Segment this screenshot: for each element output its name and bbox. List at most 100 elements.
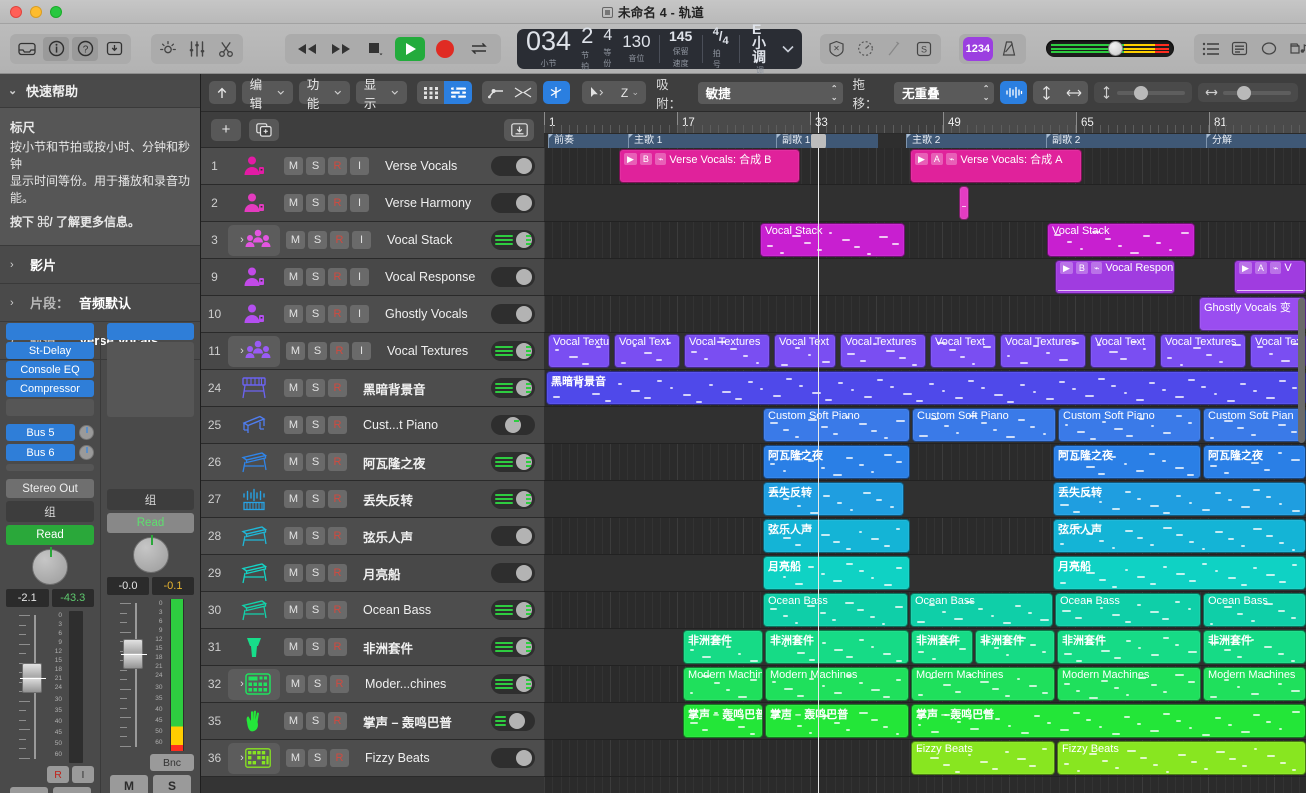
track-volume-toggle[interactable] bbox=[491, 748, 535, 768]
playhead-handle[interactable] bbox=[811, 134, 826, 148]
help-icon[interactable]: ? bbox=[72, 37, 98, 61]
track-button-s[interactable]: S bbox=[306, 379, 325, 397]
track-button-i[interactable]: I bbox=[350, 194, 369, 212]
lcd-division[interactable]: 4 等份 bbox=[598, 29, 617, 69]
track-button-r[interactable]: R bbox=[328, 564, 347, 582]
track-button-r[interactable]: R bbox=[328, 490, 347, 508]
track-button-m[interactable]: M bbox=[284, 268, 303, 286]
track-header-row[interactable]: 36›MSRFizzy Beats bbox=[201, 740, 544, 777]
region[interactable]: Custom Soft Piano bbox=[763, 408, 910, 442]
info-icon[interactable] bbox=[43, 37, 69, 61]
region[interactable]: Ocean Bass bbox=[1055, 593, 1201, 627]
region[interactable]: Ghostly Vocals 变 bbox=[1199, 297, 1306, 331]
track-button-s[interactable]: S bbox=[306, 601, 325, 619]
track-header-row[interactable]: 27MSR丢失反转 bbox=[201, 481, 544, 518]
track-button-m[interactable]: M bbox=[284, 194, 303, 212]
track-button-m[interactable]: M bbox=[284, 416, 303, 434]
region[interactable]: Vocal Text bbox=[774, 334, 836, 368]
track-volume-toggle[interactable] bbox=[491, 526, 535, 546]
region[interactable]: 掌声 – 轰鸣巴普 bbox=[683, 704, 763, 738]
track-header-row[interactable]: 29MSR月亮船 bbox=[201, 555, 544, 592]
region[interactable]: Vocal Textures bbox=[1000, 334, 1086, 368]
input-monitor-button[interactable]: I bbox=[72, 766, 94, 783]
playhead[interactable] bbox=[818, 148, 819, 793]
track-name[interactable]: 非洲套件 bbox=[347, 638, 491, 657]
track-button-s[interactable]: S bbox=[306, 416, 325, 434]
stop-button[interactable] bbox=[361, 37, 389, 61]
ruler[interactable]: 11733496581 bbox=[544, 112, 1306, 134]
peak-value[interactable]: -43.3 bbox=[52, 589, 95, 607]
lcd-expand-chevron-icon[interactable] bbox=[778, 29, 798, 69]
track-button-r[interactable]: R bbox=[328, 416, 347, 434]
rewind-button[interactable] bbox=[293, 37, 321, 61]
region[interactable]: Vocal Textures bbox=[840, 334, 926, 368]
region[interactable]: 非洲套件 bbox=[1203, 630, 1306, 664]
track-button-s[interactable]: S bbox=[306, 638, 325, 656]
region[interactable]: 弦乐人声 bbox=[1053, 519, 1306, 553]
arrange-lane[interactable] bbox=[544, 185, 1306, 222]
choir-icon[interactable]: › bbox=[228, 225, 280, 256]
plugin-slot-empty[interactable] bbox=[6, 399, 94, 416]
hand-clap-icon[interactable] bbox=[228, 709, 280, 733]
track-header-row[interactable]: 2MSRIVerse Harmony bbox=[201, 185, 544, 222]
vertical-zoom-slider[interactable] bbox=[1117, 91, 1185, 95]
region[interactable]: 月亮船 bbox=[1053, 556, 1306, 590]
send-slot-1[interactable]: Bus 6 bbox=[6, 444, 75, 461]
bounce-button[interactable]: Bnc bbox=[150, 754, 194, 771]
region[interactable]: 掌声 – 轰鸣巴普 bbox=[911, 704, 1306, 738]
master-pan-knob[interactable] bbox=[133, 537, 169, 573]
djembe-icon[interactable] bbox=[228, 635, 280, 659]
track-volume-toggle[interactable] bbox=[491, 378, 535, 398]
track-button-s[interactable]: S bbox=[306, 712, 325, 730]
track-button-s[interactable]: S bbox=[308, 675, 327, 693]
region[interactable]: 月亮船 bbox=[763, 556, 910, 590]
lcd-display[interactable]: 034 小节 2 节拍 4 等份 130 音位 145 保留 速度 bbox=[517, 29, 802, 69]
lcd-beat[interactable]: 2 节拍 bbox=[576, 29, 598, 69]
list-view-icon[interactable] bbox=[444, 81, 472, 104]
region[interactable]: Fizzy Beats bbox=[911, 741, 1055, 775]
marker[interactable]: 分解 bbox=[1206, 134, 1306, 148]
track-name[interactable]: 弦乐人声 bbox=[347, 527, 491, 546]
lcd-signature[interactable]: 4/4 拍号 bbox=[706, 29, 736, 69]
s-icon[interactable]: S bbox=[911, 37, 937, 61]
loops-icon[interactable] bbox=[1256, 37, 1282, 61]
track-button-s[interactable]: S bbox=[306, 564, 325, 582]
track-button-s[interactable]: S bbox=[308, 342, 327, 360]
drum-machine-icon[interactable]: › bbox=[228, 669, 280, 700]
track-header-row[interactable]: 31MSR非洲套件 bbox=[201, 629, 544, 666]
notes-icon[interactable] bbox=[1227, 37, 1253, 61]
master-mute-button[interactable]: M bbox=[110, 775, 148, 793]
track-button-m[interactable]: M bbox=[284, 157, 303, 175]
track-button-i[interactable]: I bbox=[350, 268, 369, 286]
region[interactable]: 阿瓦隆之夜 bbox=[763, 445, 910, 479]
track-name[interactable]: 黑暗背景音 bbox=[347, 379, 491, 398]
region[interactable]: Modern Machines bbox=[1057, 667, 1201, 701]
track-button-r[interactable]: R bbox=[330, 675, 349, 693]
plugin-slot-0[interactable] bbox=[6, 323, 94, 340]
track-header-row[interactable]: 9MSRIVocal Response bbox=[201, 259, 544, 296]
track-button-m[interactable]: M bbox=[284, 379, 303, 397]
track-name[interactable]: 掌声 – 轰鸣巴普 bbox=[347, 712, 491, 731]
region[interactable]: Modern Machines bbox=[911, 667, 1055, 701]
track-button-r[interactable]: R bbox=[330, 749, 349, 767]
lcd-tempo[interactable]: 145 保留 速度 bbox=[662, 29, 699, 69]
track-button-i[interactable]: I bbox=[350, 157, 369, 175]
track-volume-toggle[interactable] bbox=[491, 711, 535, 731]
quick-help-header[interactable]: ⌄ 快速帮助 bbox=[0, 74, 200, 108]
track-button-r[interactable]: R bbox=[328, 638, 347, 656]
hide-tracks-icon[interactable] bbox=[504, 119, 534, 141]
track-button-m[interactable]: M bbox=[286, 231, 305, 249]
track-button-r[interactable]: R bbox=[328, 527, 347, 545]
plugin-slot-2[interactable]: Console EQ bbox=[6, 361, 94, 378]
keyboard-icon[interactable] bbox=[228, 524, 280, 548]
pan-knob[interactable] bbox=[32, 549, 68, 585]
region[interactable]: Ocean Bass bbox=[1203, 593, 1306, 627]
track-button-s[interactable]: S bbox=[306, 194, 325, 212]
region[interactable]: 非洲套件 bbox=[1057, 630, 1201, 664]
automation-mode-button[interactable]: Read bbox=[6, 525, 94, 545]
track-button-s[interactable]: S bbox=[306, 527, 325, 545]
record-enable-button[interactable]: R bbox=[47, 766, 69, 783]
horizontal-zoom-slider[interactable] bbox=[1223, 91, 1291, 95]
region[interactable]: Vocal Textu bbox=[548, 334, 610, 368]
track-button-r[interactable]: R bbox=[330, 231, 349, 249]
